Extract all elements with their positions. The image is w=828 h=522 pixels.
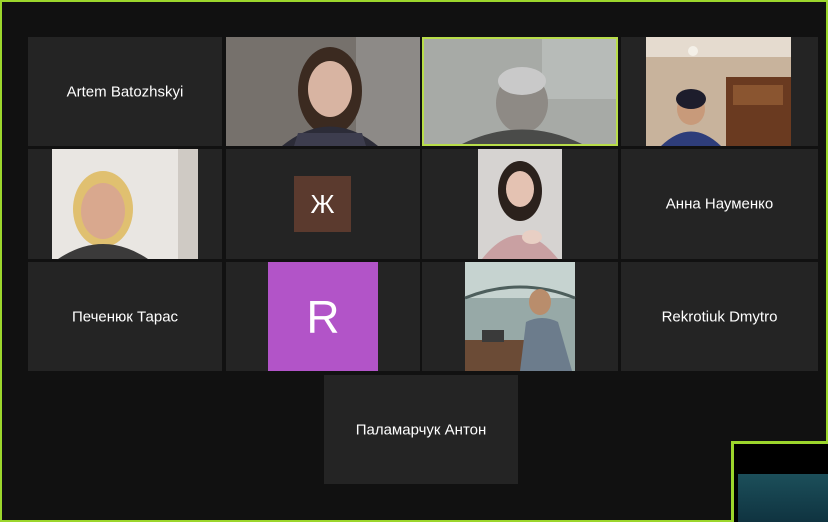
participant-tile-pechenyuk-taras[interactable]: Печенюк Тарас bbox=[28, 262, 222, 371]
participant-tile-anna-naumenko[interactable]: Анна Науменко bbox=[621, 149, 818, 259]
participant-name: Rekrotiuk Dmytro bbox=[661, 308, 778, 325]
participant-name: Печенюк Тарас bbox=[71, 308, 179, 325]
video-feed bbox=[478, 149, 562, 259]
avatar-initial: R bbox=[306, 290, 340, 343]
video-feed bbox=[226, 37, 420, 146]
participant-name: Анна Науменко bbox=[665, 195, 774, 213]
participant-tile-artem-batozhskyi[interactable]: Artem Batozhskyi bbox=[28, 37, 222, 146]
participant-avatar: Ж bbox=[294, 176, 351, 232]
video-feed bbox=[424, 39, 616, 144]
participant-avatar: R bbox=[268, 262, 378, 371]
video-feed bbox=[52, 149, 198, 259]
participant-tile-video-4[interactable] bbox=[422, 149, 618, 259]
participant-tile-avatar-zh[interactable]: Ж bbox=[226, 149, 420, 259]
participant-name: Паламарчук Антон bbox=[355, 421, 487, 438]
participant-tile-video-5[interactable] bbox=[422, 262, 618, 371]
avatar-initial: Ж bbox=[310, 188, 335, 219]
self-video-feed bbox=[738, 474, 828, 522]
participant-tile-video-2[interactable] bbox=[621, 37, 818, 146]
video-feed bbox=[464, 262, 576, 371]
participant-tile-video-active[interactable] bbox=[422, 37, 618, 146]
participant-tile-palamarchuk-anton[interactable]: Паламарчук Антон bbox=[324, 375, 518, 484]
participant-name: Artem Batozhskyi bbox=[66, 83, 184, 100]
participant-tile-rekrotiuk-dmytro[interactable]: Rekrotiuk Dmytro bbox=[621, 262, 818, 371]
video-feed bbox=[646, 37, 791, 146]
participant-tile-video-3[interactable] bbox=[28, 149, 222, 259]
participant-tile-video-1[interactable] bbox=[226, 37, 420, 146]
self-view-thumbnail[interactable] bbox=[731, 441, 828, 522]
participant-tile-avatar-r[interactable]: R bbox=[226, 262, 420, 371]
